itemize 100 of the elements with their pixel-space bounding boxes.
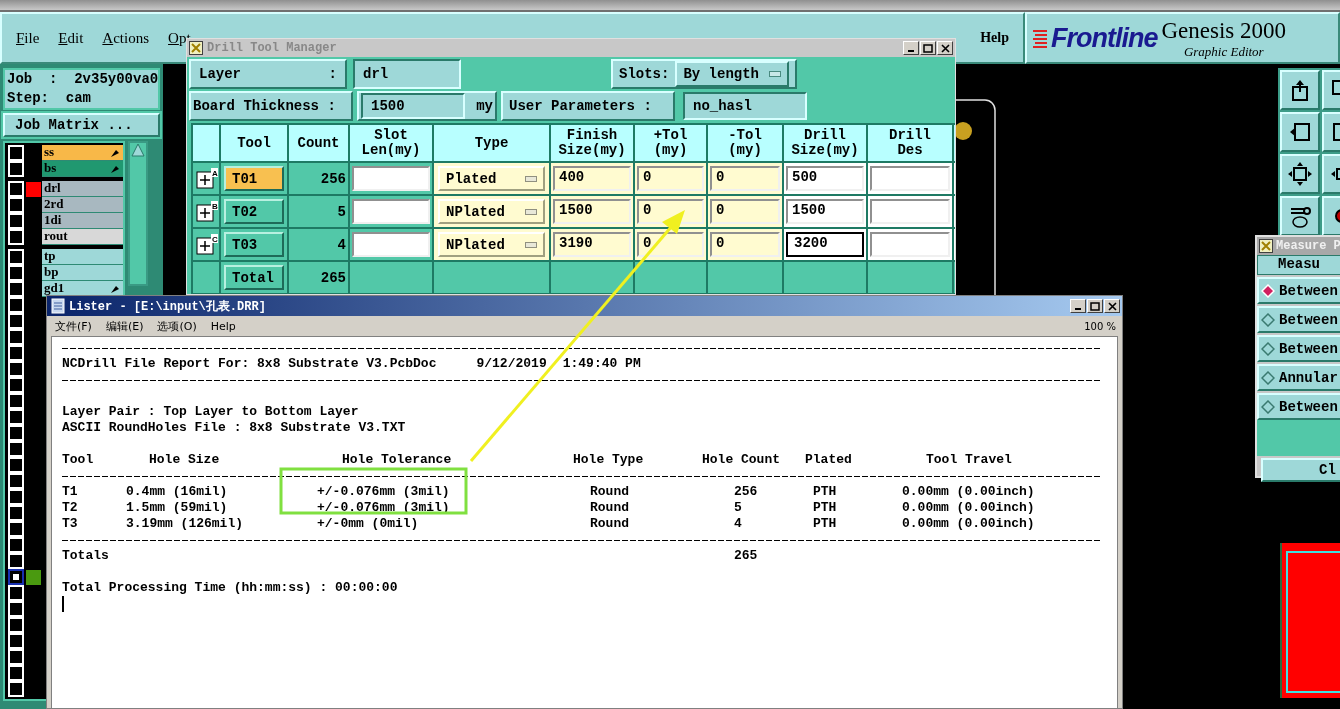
column-header: Finish Size(my) [551,125,633,161]
section-header: Measu [1257,255,1340,275]
slot-length-field[interactable] [352,166,430,191]
processing-time-line: Total Processing Time (hh:mm:ss) : 00:00:00 [62,580,398,596]
menu-item[interactable]: 编辑(E) [105,318,144,334]
type-dropdown[interactable]: NPlated [438,199,545,224]
report-cell: Round [590,500,629,515]
layer-name[interactable]: 2rd [42,197,123,213]
layer-checkbox[interactable] [8,569,24,585]
tool-button[interactable]: T03 [224,232,284,257]
maximize-icon [1090,301,1100,311]
tool-button[interactable]: T02 [224,199,284,224]
document-icon [51,298,65,314]
drill-size-field[interactable]: 1500 [786,199,864,224]
finish-size-field[interactable]: 1500 [553,199,631,224]
report-cell: PTH [813,500,837,515]
close-icon [940,43,950,53]
column-header: Tool [221,125,287,161]
menu-item[interactable]: Help [980,30,1009,46]
product-name: Genesis 2000 [1161,18,1287,42]
plus-tolerance-field[interactable]: 0 [637,199,704,224]
toolbar-button[interactable] [1280,154,1320,194]
user-parameters-field[interactable]: no_hasl [683,92,807,120]
type-dropdown[interactable]: NPlated [438,232,545,257]
radio-option[interactable]: Between [1257,306,1340,333]
maximize-button[interactable] [920,41,936,55]
column-header: -Tol (my) [708,125,782,161]
layer-field[interactable]: drl [353,59,461,89]
close-button[interactable]: Cl [1261,458,1340,482]
plus-tolerance-field[interactable]: 0 [637,166,704,191]
job-matrix-button[interactable]: Job Matrix ... [3,113,161,137]
toolbar-button[interactable] [1280,196,1320,236]
radio-option[interactable]: Between [1257,393,1340,420]
tool-letter: B [212,201,218,211]
plus-tolerance-field[interactable]: 0 [637,232,704,257]
report-cell: +/-0.076mm (3mil) [317,500,450,515]
drill-size-field[interactable]: 500 [786,166,864,191]
maximize-button[interactable] [1087,299,1103,313]
minus-tolerance-field[interactable]: 0 [710,199,780,224]
count-cell: 265 [289,262,348,293]
layer-name[interactable]: rout [42,229,123,245]
dropdown-bar-icon [769,71,781,77]
report-cell: +/-0.076mm (3mil) [317,484,450,499]
type-dropdown[interactable]: Plated [438,166,545,191]
menu-item[interactable]: 文件(F) [55,318,92,334]
drill-size-field[interactable]: 3200 [786,232,864,257]
radio-option[interactable]: Between [1257,277,1340,304]
report-cell: 1.5mm (59mil) [126,500,228,515]
dropdown-bar-icon [525,175,537,182]
radio-option[interactable]: Annular [1257,364,1340,391]
drill-pad [954,122,972,140]
menu-item[interactable]: Edit [58,29,84,47]
drill-des-field[interactable] [870,199,950,224]
layer-name[interactable]: bs [42,161,123,177]
minimize-button[interactable] [1070,299,1086,313]
close-button[interactable] [937,41,953,55]
radio-option[interactable]: Between [1257,335,1340,362]
menu-item[interactable]: 选项(O) [157,318,197,334]
slot-length-field[interactable] [352,232,430,257]
report-column-header: Tool [62,452,94,467]
speed-lines-icon [1031,28,1047,48]
close-button[interactable] [1104,299,1120,313]
report-cell: 0.4mm (16mil) [126,484,228,499]
layer-name[interactable]: bp [42,265,123,281]
finish-size-field[interactable]: 400 [553,166,631,191]
report-column-header: Hole Count [702,452,780,467]
finish-size-field[interactable]: 3190 [553,232,631,257]
report-column-header: Tool Travel [926,452,1012,467]
drill-des-field[interactable] [870,232,950,257]
report-column-header: Plated [805,452,852,467]
user-parameters-button[interactable]: User Parameters : [501,91,675,121]
report-cell: T1 [62,484,78,499]
layer-name[interactable]: tp [42,249,123,265]
minus-tolerance-field[interactable]: 0 [710,166,780,191]
thickness-field[interactable]: 1500 [361,93,465,119]
toolbar-button[interactable] [1280,112,1320,152]
menu-item[interactable]: Actions [102,29,150,47]
minimize-button[interactable] [903,41,919,55]
slot-length-field[interactable] [352,199,430,224]
column-header: Drill Size(my) [784,125,866,161]
menu-item[interactable]: Help [210,319,236,333]
layer-name[interactable]: 1di [42,213,123,229]
scroll-up-icon [131,143,145,157]
tool-button[interactable]: T01 [224,166,284,191]
slots-dropdown[interactable]: By length [675,61,789,87]
layer-name[interactable]: ss [42,145,123,161]
window-title: Lister - [E:\input\孔表.DRR] [69,298,266,315]
scrollbar[interactable] [128,141,148,286]
drill-des-field[interactable] [870,166,950,191]
window-icon [189,41,203,55]
report-cell: 4 [734,516,742,531]
menu-item[interactable]: File [16,29,40,47]
layer-name[interactable]: drl [42,181,123,197]
label-text: Layer [199,66,241,82]
column-header: Drill Des [868,125,952,161]
toolbar-button[interactable] [1280,70,1320,110]
report-column-header: Hole Tolerance [342,452,452,467]
count-cell: 5 [289,196,348,227]
total-button[interactable]: Total [224,265,284,290]
minus-tolerance-field[interactable]: 0 [710,232,780,257]
